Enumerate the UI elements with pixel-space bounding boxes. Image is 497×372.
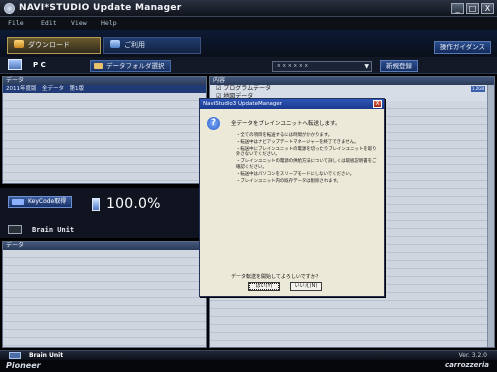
question-icon: ? bbox=[207, 117, 220, 130]
dialog-question: データ転送を開始してよろしいですか？ bbox=[231, 274, 321, 280]
dialog-note: ・転送中はパソコンをスリープモードにしないでください。 bbox=[236, 171, 355, 177]
tab-download[interactable]: ダウンロード bbox=[7, 37, 101, 54]
download-tab-icon bbox=[14, 40, 24, 48]
brand-logo-right: carrozzeria bbox=[444, 361, 489, 369]
status-label: Brain Unit bbox=[29, 352, 64, 359]
no-button[interactable]: いいえ(N) bbox=[290, 282, 322, 291]
pc-icon bbox=[8, 59, 22, 70]
transfer-status-area: KeyCode取得 100.0% Brain Unit bbox=[0, 188, 207, 238]
yes-button[interactable]: はい(Y) bbox=[248, 282, 280, 291]
data-list-row[interactable]: 2011年度版 全データ 第1版 bbox=[3, 85, 206, 93]
dialog-note: ・ブレインユニットの電源の供給方法について詳しくは取扱説明書をご確認ください。 bbox=[236, 159, 377, 170]
brain-unit-header: データ bbox=[3, 242, 206, 250]
pc-label: P C bbox=[33, 61, 46, 69]
device-select[interactable]: ｘｘｘｘｘｘ ▼ bbox=[272, 61, 372, 72]
new-register-button[interactable]: 新規登録 bbox=[380, 60, 418, 72]
tab-bar: ダウンロード ご利用 操作ガイダンス bbox=[0, 30, 497, 57]
transfer-confirm-dialog: NaviStudio3 UpdateManager X ? 全データをブレインユ… bbox=[199, 98, 385, 297]
data-list-header: データ bbox=[3, 77, 206, 85]
dialog-title: NaviStudio3 UpdateManager bbox=[200, 99, 384, 109]
size-badge: 1.2GB bbox=[471, 86, 485, 92]
footer: Pioneer carrozzeria bbox=[0, 360, 497, 372]
content-header: 内容 bbox=[210, 77, 494, 85]
menu-file[interactable]: File bbox=[8, 19, 24, 27]
data-list-panel: データ 2011年度版 全データ 第1版 bbox=[2, 76, 207, 184]
tab-usage[interactable]: ご利用 bbox=[103, 37, 201, 54]
dialog-body: ・全ての項目を転送するには時間がかかります。 ・転送中はナビアップデートマネージ… bbox=[236, 133, 380, 185]
content-item-program[interactable]: ☑ プログラムデータ bbox=[210, 85, 494, 93]
menu-help[interactable]: Help bbox=[101, 19, 117, 27]
content-scrollbar[interactable] bbox=[487, 85, 494, 347]
select-data-folder-button[interactable]: データフォルダ選択 bbox=[90, 60, 171, 72]
app-title: NAVI*STUDIO Update Manager bbox=[19, 3, 182, 13]
version-label: Ver. 3.2.0 bbox=[458, 352, 487, 359]
brain-unit-label: Brain Unit bbox=[32, 226, 75, 234]
app-logo-icon bbox=[4, 3, 15, 14]
dialog-note: ・転送中はナビアップデートマネージャーを終了できません。 bbox=[236, 139, 359, 145]
usage-tab-icon bbox=[110, 40, 120, 48]
status-bar: Brain Unit Ver. 3.2.0 bbox=[0, 350, 497, 360]
tab-download-label: ダウンロード bbox=[28, 41, 70, 49]
menu-edit[interactable]: Edit bbox=[41, 19, 57, 27]
close-button[interactable]: X bbox=[481, 3, 494, 14]
dialog-note: ・全ての項目を転送するには時間がかかります。 bbox=[236, 133, 333, 138]
title-bar: NAVI*STUDIO Update Manager _ □ X bbox=[0, 0, 497, 17]
device-select-value: ｘｘｘｘｘｘ bbox=[276, 63, 310, 69]
brain-unit-icon bbox=[8, 225, 22, 234]
brand-logo-left: Pioneer bbox=[6, 361, 41, 370]
chevron-down-icon: ▼ bbox=[364, 63, 369, 70]
storage-icon bbox=[92, 198, 100, 211]
minimize-button[interactable]: _ bbox=[451, 3, 464, 14]
brain-unit-empty-rows bbox=[3, 250, 206, 347]
menu-bar: File Edit View Help bbox=[0, 17, 497, 30]
data-list-empty-rows bbox=[3, 93, 206, 183]
usage-percent: 100.0% bbox=[106, 196, 161, 212]
brain-unit-panel: データ bbox=[2, 241, 207, 348]
tab-usage-label: ご利用 bbox=[124, 41, 145, 49]
dialog-heading: 全データをブレインユニットへ転送します。 bbox=[231, 121, 341, 127]
toolbar: P C データフォルダ選択 ｘｘｘｘｘｘ ▼ 新規登録 bbox=[0, 57, 497, 74]
dialog-note: ・転送中にブレインユニットの電源を切ったりブレインユニットを取り外さないでくださ… bbox=[236, 146, 377, 158]
operation-guide-button[interactable]: 操作ガイダンス bbox=[433, 41, 491, 54]
maximize-button[interactable]: □ bbox=[466, 3, 479, 14]
device-icon bbox=[9, 352, 21, 359]
keycode-button[interactable]: KeyCode取得 bbox=[8, 196, 73, 208]
dialog-note: ・ブレインユニット内の既存データは削除されます。 bbox=[236, 178, 341, 184]
menu-view[interactable]: View bbox=[71, 19, 87, 27]
dialog-close-button[interactable]: X bbox=[373, 100, 382, 108]
